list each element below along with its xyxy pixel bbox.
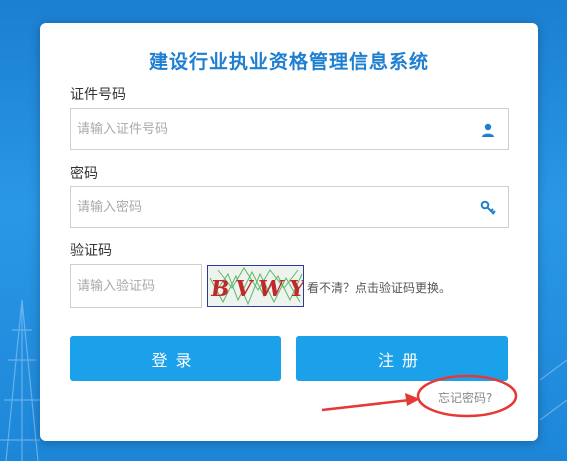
login-button[interactable]: 登录 [70,336,281,381]
password-field [70,186,509,228]
page-title: 建设行业执业资格管理信息系统 [148,51,429,73]
login-card: 建设行业执业资格管理信息系统 证件号码 密码 验证码 BVWY [40,23,538,441]
captcha-text: BVWY [209,276,304,302]
captcha-input[interactable] [71,265,201,307]
captcha-label: 验证码 [70,243,112,259]
password-label: 密码 [70,166,98,182]
key-icon [480,200,496,215]
id-number-input[interactable] [71,109,471,149]
password-input[interactable] [71,187,471,227]
id-number-field [70,108,509,150]
captcha-graphic: BVWY [209,267,304,306]
captcha-image[interactable]: BVWY [207,265,304,307]
forgot-password-link[interactable]: 忘记密码? [438,389,492,406]
captcha-refresh-hint[interactable]: 看不清？点击验证码更换。 [307,279,451,296]
register-button[interactable]: 注册 [296,336,508,381]
id-number-label: 证件号码 [70,87,126,103]
captcha-field [70,264,202,308]
user-icon [482,123,494,137]
